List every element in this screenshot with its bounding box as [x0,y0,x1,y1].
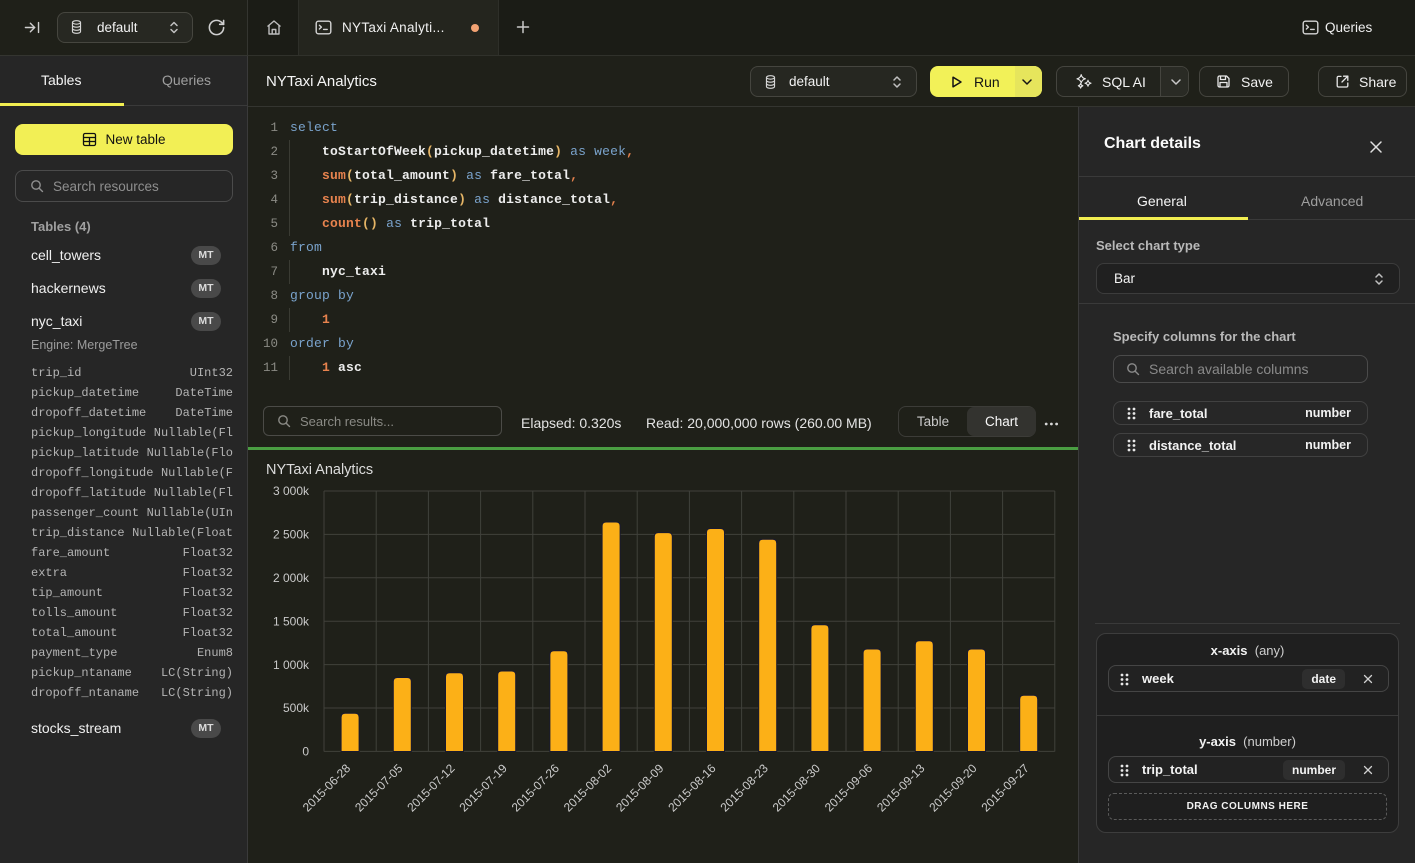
svg-text:3 000k: 3 000k [273,484,310,498]
svg-text:2015-08-09: 2015-08-09 [613,761,667,815]
svg-text:2015-08-30: 2015-08-30 [770,761,824,815]
svg-text:2 500k: 2 500k [273,528,310,542]
svg-text:2015-09-06: 2015-09-06 [822,761,876,815]
svg-text:1 500k: 1 500k [273,614,310,628]
svg-text:0: 0 [302,745,309,759]
svg-text:500k: 500k [283,701,310,715]
svg-text:2015-06-28: 2015-06-28 [300,761,354,815]
svg-text:2015-07-12: 2015-07-12 [404,761,458,815]
svg-text:2015-08-23: 2015-08-23 [718,761,772,815]
svg-text:2015-09-20: 2015-09-20 [926,761,980,815]
svg-text:1 000k: 1 000k [273,658,310,672]
svg-text:2015-09-27: 2015-09-27 [979,761,1033,815]
svg-text:2 000k: 2 000k [273,571,310,585]
svg-text:2015-07-26: 2015-07-26 [509,761,563,815]
svg-text:2015-08-02: 2015-08-02 [561,761,615,815]
svg-text:2015-07-05: 2015-07-05 [352,761,406,815]
svg-text:2015-09-13: 2015-09-13 [874,761,928,815]
svg-text:2015-07-19: 2015-07-19 [457,761,511,815]
svg-text:NYTaxi Analytics: NYTaxi Analytics [266,462,373,478]
svg-text:2015-08-16: 2015-08-16 [665,761,719,815]
